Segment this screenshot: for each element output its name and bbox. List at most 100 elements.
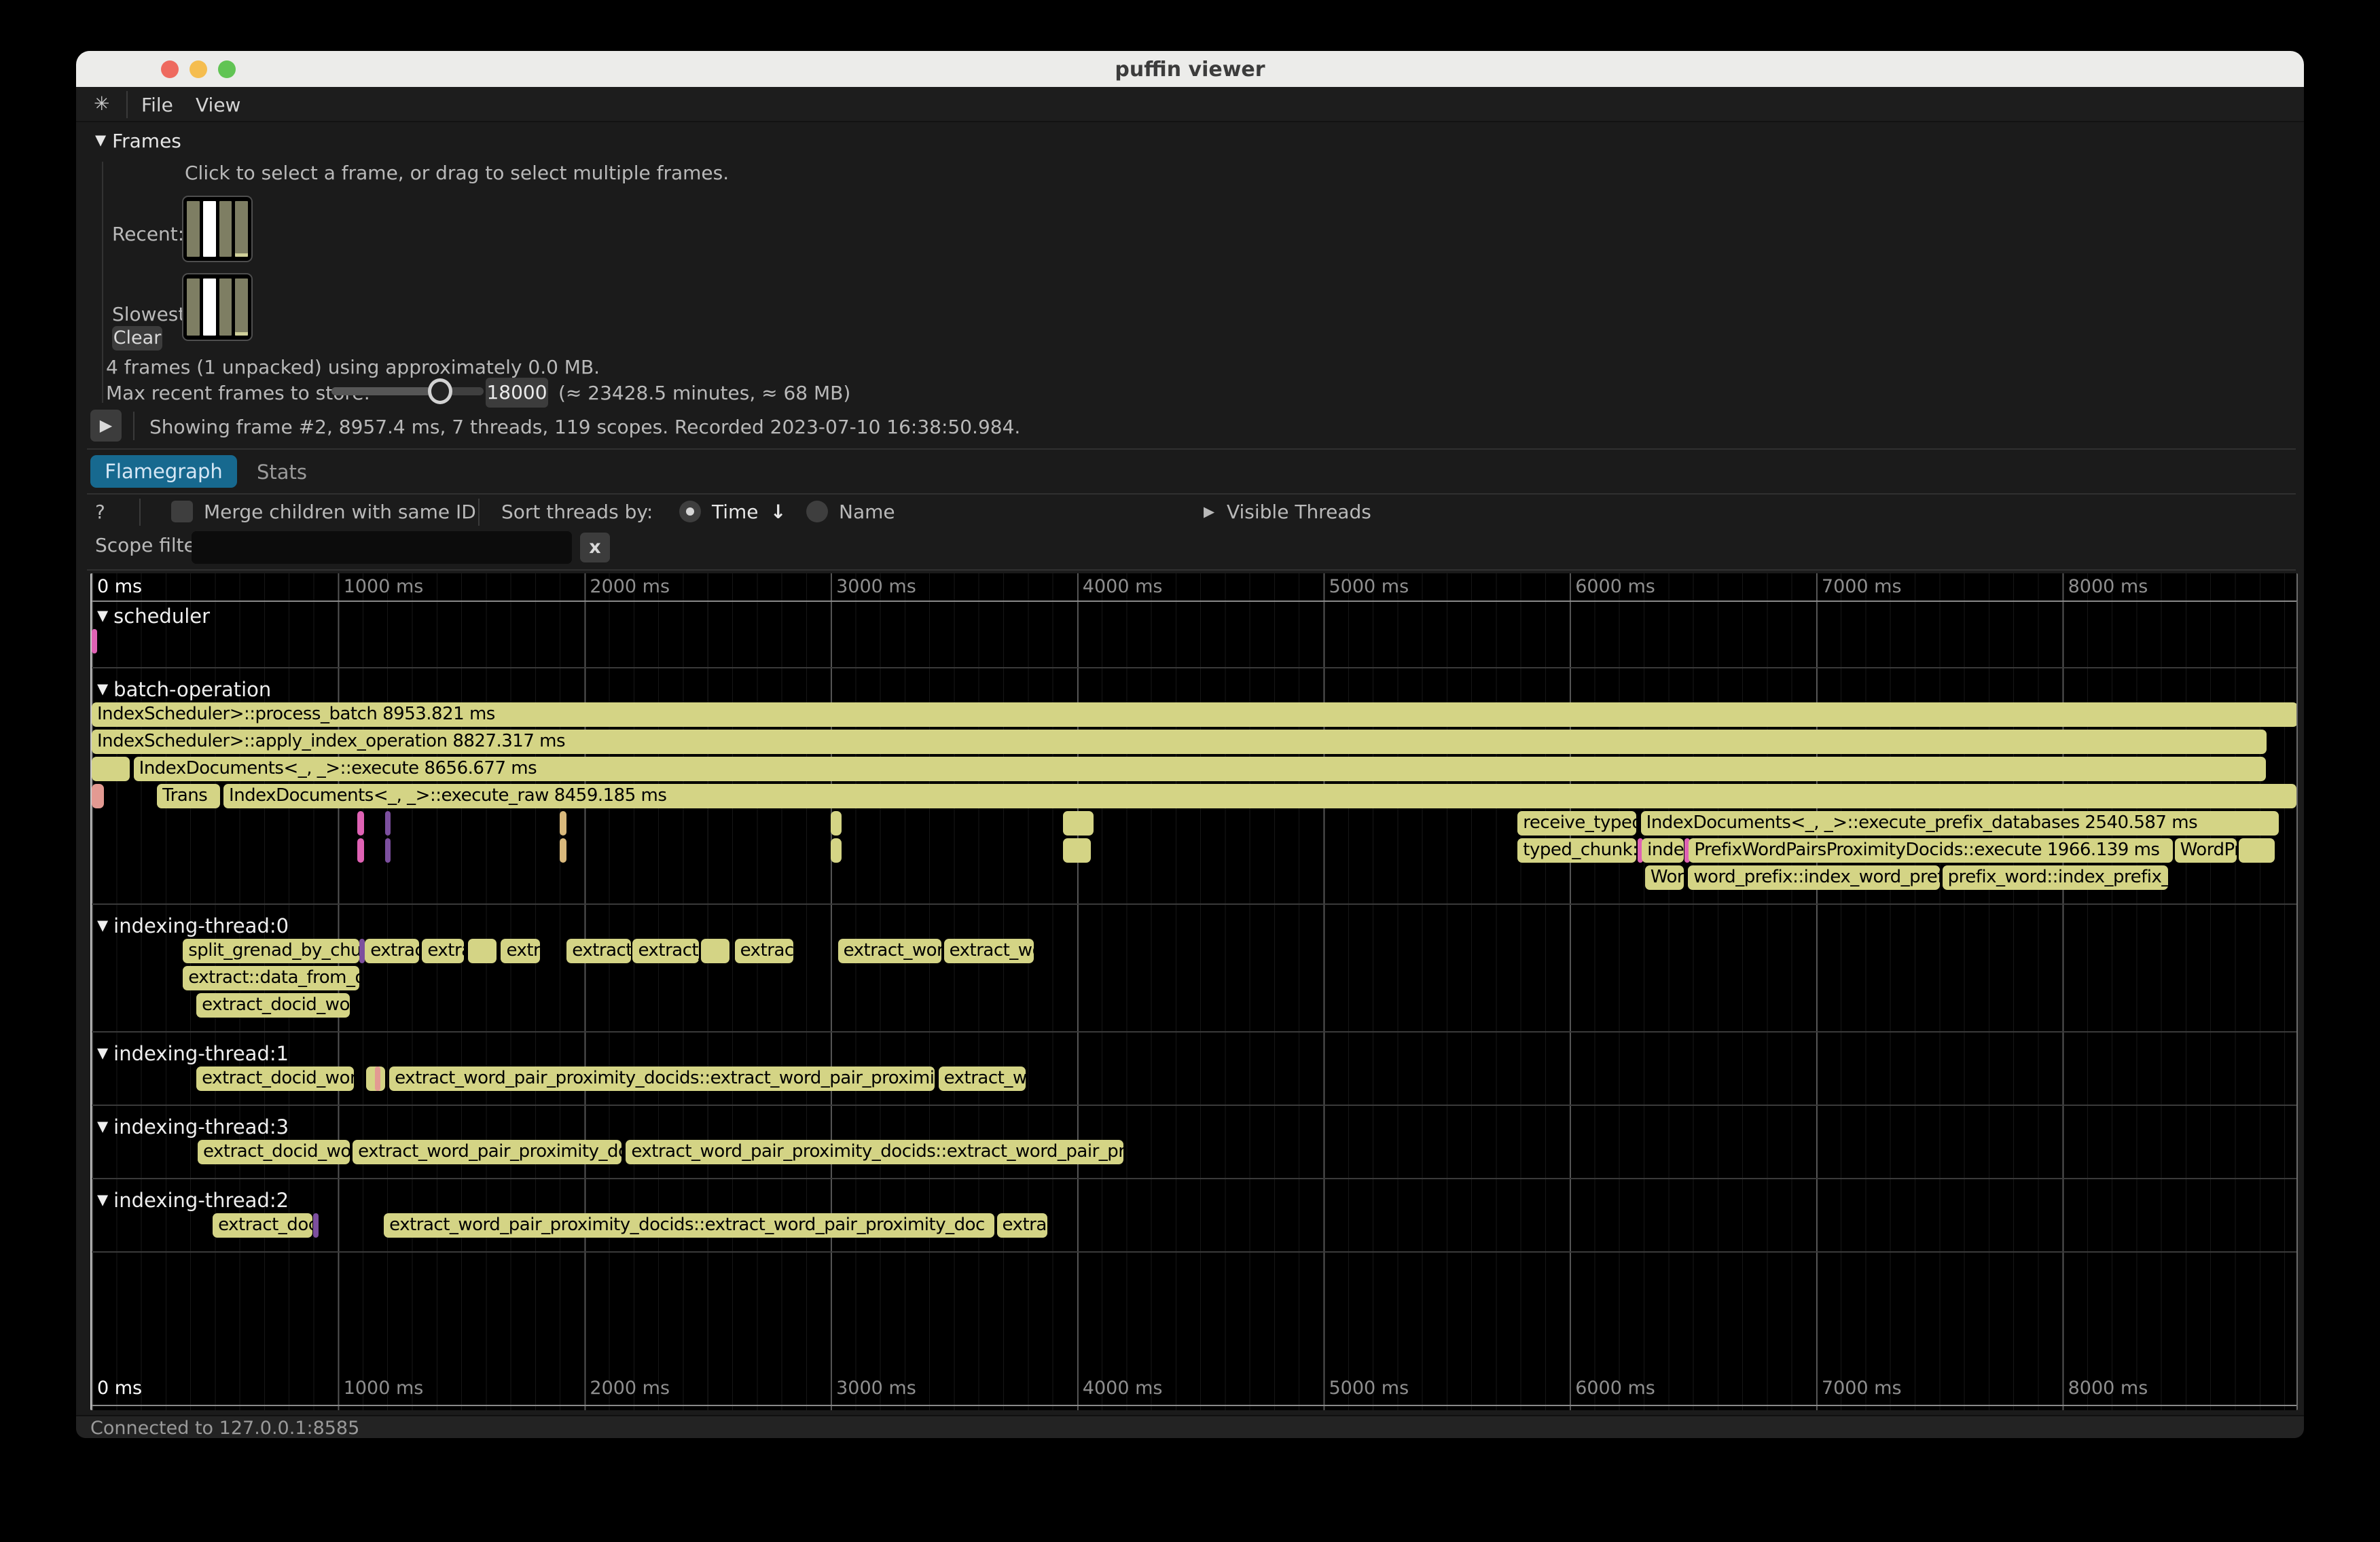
scope-bar[interactable]: word_prefix::index_word_prefix_ <box>1688 865 1940 890</box>
sort-time-radio[interactable] <box>679 501 701 522</box>
visible-threads-header[interactable]: ▶ Visible Threads <box>1204 501 1371 523</box>
clear-button[interactable]: Clear <box>112 326 162 351</box>
scope-bar[interactable] <box>1063 811 1094 836</box>
scope-bar[interactable]: extract::data_from_ob <box>183 966 359 990</box>
scope-filter-input[interactable] <box>192 531 572 564</box>
scope-bar[interactable] <box>831 838 842 863</box>
scope-bar[interactable] <box>560 811 566 836</box>
slowest-label: Slowest: <box>112 303 192 325</box>
frame-thumbnail-bar[interactable] <box>219 201 232 257</box>
scope-bar[interactable]: extract_word_pair_proximity_docids <box>353 1140 621 1164</box>
slider-knob[interactable] <box>428 378 452 404</box>
time-tick-label: 2000 ms <box>590 576 670 597</box>
recent-frames-thumbnail[interactable] <box>182 196 253 262</box>
frame-thumbnail-bar[interactable] <box>203 201 216 257</box>
scope-bar[interactable]: IndexDocuments<_, _>::execute_prefix_dat… <box>1641 811 2279 836</box>
scope-bar[interactable] <box>701 939 729 963</box>
frame-thumbnail-bar[interactable] <box>187 279 200 336</box>
thread-header[interactable]: ▼batch-operation <box>97 678 271 701</box>
scope-bar[interactable]: extrac <box>997 1213 1047 1238</box>
thread-header[interactable]: ▼indexing-thread:3 <box>97 1115 289 1138</box>
scope-bar[interactable] <box>92 757 130 781</box>
scope-bar[interactable] <box>468 939 497 963</box>
help-button[interactable]: ? <box>95 501 105 523</box>
scope-bar[interactable]: PrefixWordPairsProximityDocids::execute … <box>1689 838 2173 863</box>
scope-bar[interactable]: IndexScheduler>::process_batch 8953.821 … <box>92 702 2298 727</box>
slowest-frames-thumbnail[interactable] <box>182 273 253 341</box>
flamegraph-canvas[interactable]: 0 ms0 ms1000 ms1000 ms2000 ms2000 ms3000… <box>90 573 2298 1410</box>
section-separator <box>92 667 2296 668</box>
menu-view[interactable]: View <box>196 94 240 116</box>
scope-bar[interactable]: index <box>1642 838 1684 863</box>
scope-bar[interactable]: WordPr <box>2175 838 2237 863</box>
max-frames-slider[interactable] <box>331 387 484 395</box>
scope-bar[interactable]: receive_typed_ <box>1517 811 1636 836</box>
scope-bar[interactable] <box>385 811 391 836</box>
scope-bar[interactable]: IndexScheduler>::apply_index_operation 8… <box>92 730 2267 754</box>
scope-bar[interactable]: extract_docid_wor <box>196 993 350 1018</box>
scope-bar[interactable] <box>2239 838 2275 863</box>
tab-stats[interactable]: Stats <box>257 461 307 484</box>
scope-bar[interactable]: extract_ <box>566 939 631 963</box>
scope-bar[interactable]: extrac <box>501 939 540 963</box>
divider <box>478 499 480 526</box>
scope-bar[interactable]: extract_word_pair_proximity_docids::extr… <box>389 1066 935 1091</box>
thread-header[interactable]: ▼scheduler <box>97 605 210 628</box>
frame-thumbnail-bar[interactable] <box>219 279 232 336</box>
scope-bar[interactable]: IndexDocuments<_, _>::execute_raw 8459.1… <box>223 784 2296 808</box>
scope-bar[interactable] <box>92 629 97 653</box>
tab-flamegraph[interactable]: Flamegraph <box>90 455 237 488</box>
scope-bar[interactable] <box>357 838 364 863</box>
scope-bar[interactable]: extract_word_pair_proximity_docids::extr… <box>626 1140 1123 1164</box>
scope-filter-clear-button[interactable]: x <box>580 533 610 562</box>
merge-children-label[interactable]: Merge children with same ID <box>204 501 476 523</box>
menu-file[interactable]: File <box>141 94 173 116</box>
thread-header[interactable]: ▼indexing-thread:1 <box>97 1042 289 1065</box>
sort-name-radio[interactable] <box>806 501 828 522</box>
scope-bar[interactable]: extract_word_pair_proximity_docids::extr… <box>384 1213 994 1238</box>
scope-bar[interactable]: extract_wo <box>944 939 1034 963</box>
scope-bar[interactable] <box>385 838 391 863</box>
scope-bar[interactable] <box>1063 838 1091 863</box>
scope-bar[interactable] <box>560 838 566 863</box>
thread-header[interactable]: ▼indexing-thread:0 <box>97 914 289 937</box>
scope-bar[interactable]: extract_ <box>632 939 699 963</box>
scope-bar[interactable]: split_grenad_by_chun <box>183 939 359 963</box>
scope-bar[interactable] <box>375 1066 380 1091</box>
scope-bar[interactable]: extract <box>365 939 419 963</box>
scope-bar[interactable]: extract_docid_wor <box>196 1066 354 1091</box>
scope-bar[interactable]: extract_word <box>838 939 941 963</box>
scope-bar[interactable] <box>92 784 104 808</box>
scope-bar[interactable] <box>831 811 842 836</box>
scope-bar[interactable] <box>359 939 365 963</box>
scope-bar[interactable]: extra <box>422 939 464 963</box>
play-button[interactable]: ▶ <box>90 410 122 442</box>
sort-name-label[interactable]: Name <box>839 501 895 523</box>
scope-bar[interactable]: extract_wo <box>939 1066 1026 1091</box>
time-tick-label: 3000 ms <box>836 1378 916 1399</box>
merge-children-checkbox[interactable] <box>171 501 193 522</box>
sort-time-label[interactable]: Time <box>712 501 759 523</box>
scope-bar[interactable]: extract_docid_word <box>198 1140 350 1164</box>
scope-bar[interactable]: extract_doc <box>213 1213 312 1238</box>
frames-section-header[interactable]: ▼ Frames <box>95 130 181 152</box>
thread-header[interactable]: ▼indexing-thread:2 <box>97 1189 289 1212</box>
scope-bar[interactable]: prefix_word::index_prefix_wo <box>1943 865 2168 890</box>
frames-summary: 4 frames (1 unpacked) using approximatel… <box>106 356 600 378</box>
scope-bar[interactable]: typed_chunk::w <box>1517 838 1636 863</box>
frame-thumbnail-bar[interactable] <box>235 201 248 257</box>
scope-bar[interactable]: extract <box>735 939 793 963</box>
scope-bar[interactable]: IndexDocuments<_, _>::execute 8656.677 m… <box>134 757 2267 781</box>
divider <box>139 499 141 526</box>
frame-thumbnail-bar[interactable] <box>203 279 216 336</box>
max-frames-hint: (≈ 23428.5 minutes, ≈ 68 MB) <box>558 382 850 404</box>
scope-bar[interactable]: Trans <box>157 784 219 808</box>
theme-toggle-sun-icon[interactable]: ✳ <box>94 92 109 115</box>
frame-thumbnail-bar[interactable] <box>235 279 248 336</box>
frame-thumbnail-bar[interactable] <box>187 201 200 257</box>
scope-bar[interactable] <box>313 1213 319 1238</box>
max-frames-value[interactable]: 18000 <box>486 378 548 408</box>
scope-bar[interactable] <box>357 811 364 836</box>
scope-bar[interactable]: Word <box>1645 865 1684 890</box>
sort-direction-arrow-icon[interactable]: ↓ <box>770 501 786 523</box>
